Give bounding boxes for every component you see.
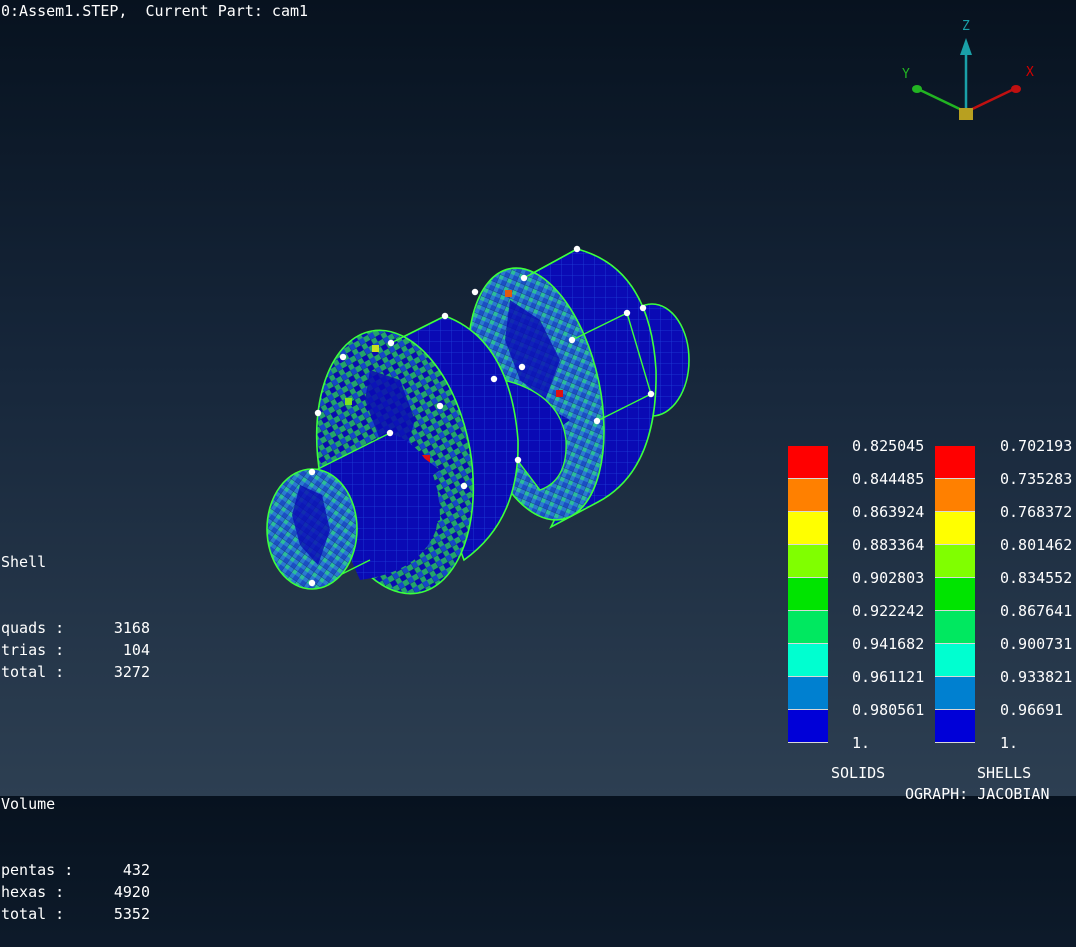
shell-stat-label: trias : <box>1 641 65 659</box>
graph-label: OGRAPH: JACOBIAN <box>905 785 1050 803</box>
volume-stat-value: 4920 <box>113 883 150 901</box>
volume-stat-row: pentas : 432 <box>1 859 150 881</box>
volume-stat-label: pentas : <box>1 861 74 879</box>
shell-stat-label: quads : <box>1 619 65 637</box>
axis-y-label: Y <box>902 67 910 82</box>
mesh-statistics: Shell quads : 3168 trias : 104 total : 3272 V… <box>1 507 150 947</box>
shell-stat-value: 3272 <box>113 663 150 681</box>
shell-stat-row: trias : 104 <box>1 639 150 661</box>
axis-triad: Z Y X <box>902 19 1034 120</box>
volume-stat-label: total : <box>1 905 65 923</box>
volume-stat-value: 5352 <box>113 905 150 923</box>
shell-stats: quads : 3168 trias : 104 total : 3272 <box>1 617 150 683</box>
volume-stats: pentas : 432 hexas : 4920 total : 5352 <box>1 859 150 925</box>
volume-stat-value: 432 <box>122 861 150 879</box>
shell-stat-value: 104 <box>122 641 150 659</box>
shell-stat-row: total : 3272 <box>1 661 150 683</box>
volume-stat-row: total : 5352 <box>1 903 150 925</box>
volume-stat-row: hexas : 4920 <box>1 881 150 903</box>
volume-title: Volume <box>1 795 56 813</box>
axis-x-label: X <box>1026 65 1034 80</box>
shell-stat-label: total : <box>1 663 65 681</box>
header-title: 0:Assem1.STEP, Current Part: cam1 <box>1 2 309 20</box>
shell-title: Shell <box>1 553 47 571</box>
shell-stat-value: 3168 <box>113 619 150 637</box>
volume-stat-label: hexas : <box>1 883 65 901</box>
shell-stat-row: quads : 3168 <box>1 617 150 639</box>
model-viewport[interactable]: Z Y X <box>0 0 1076 796</box>
axis-z-label: Z <box>962 19 970 34</box>
